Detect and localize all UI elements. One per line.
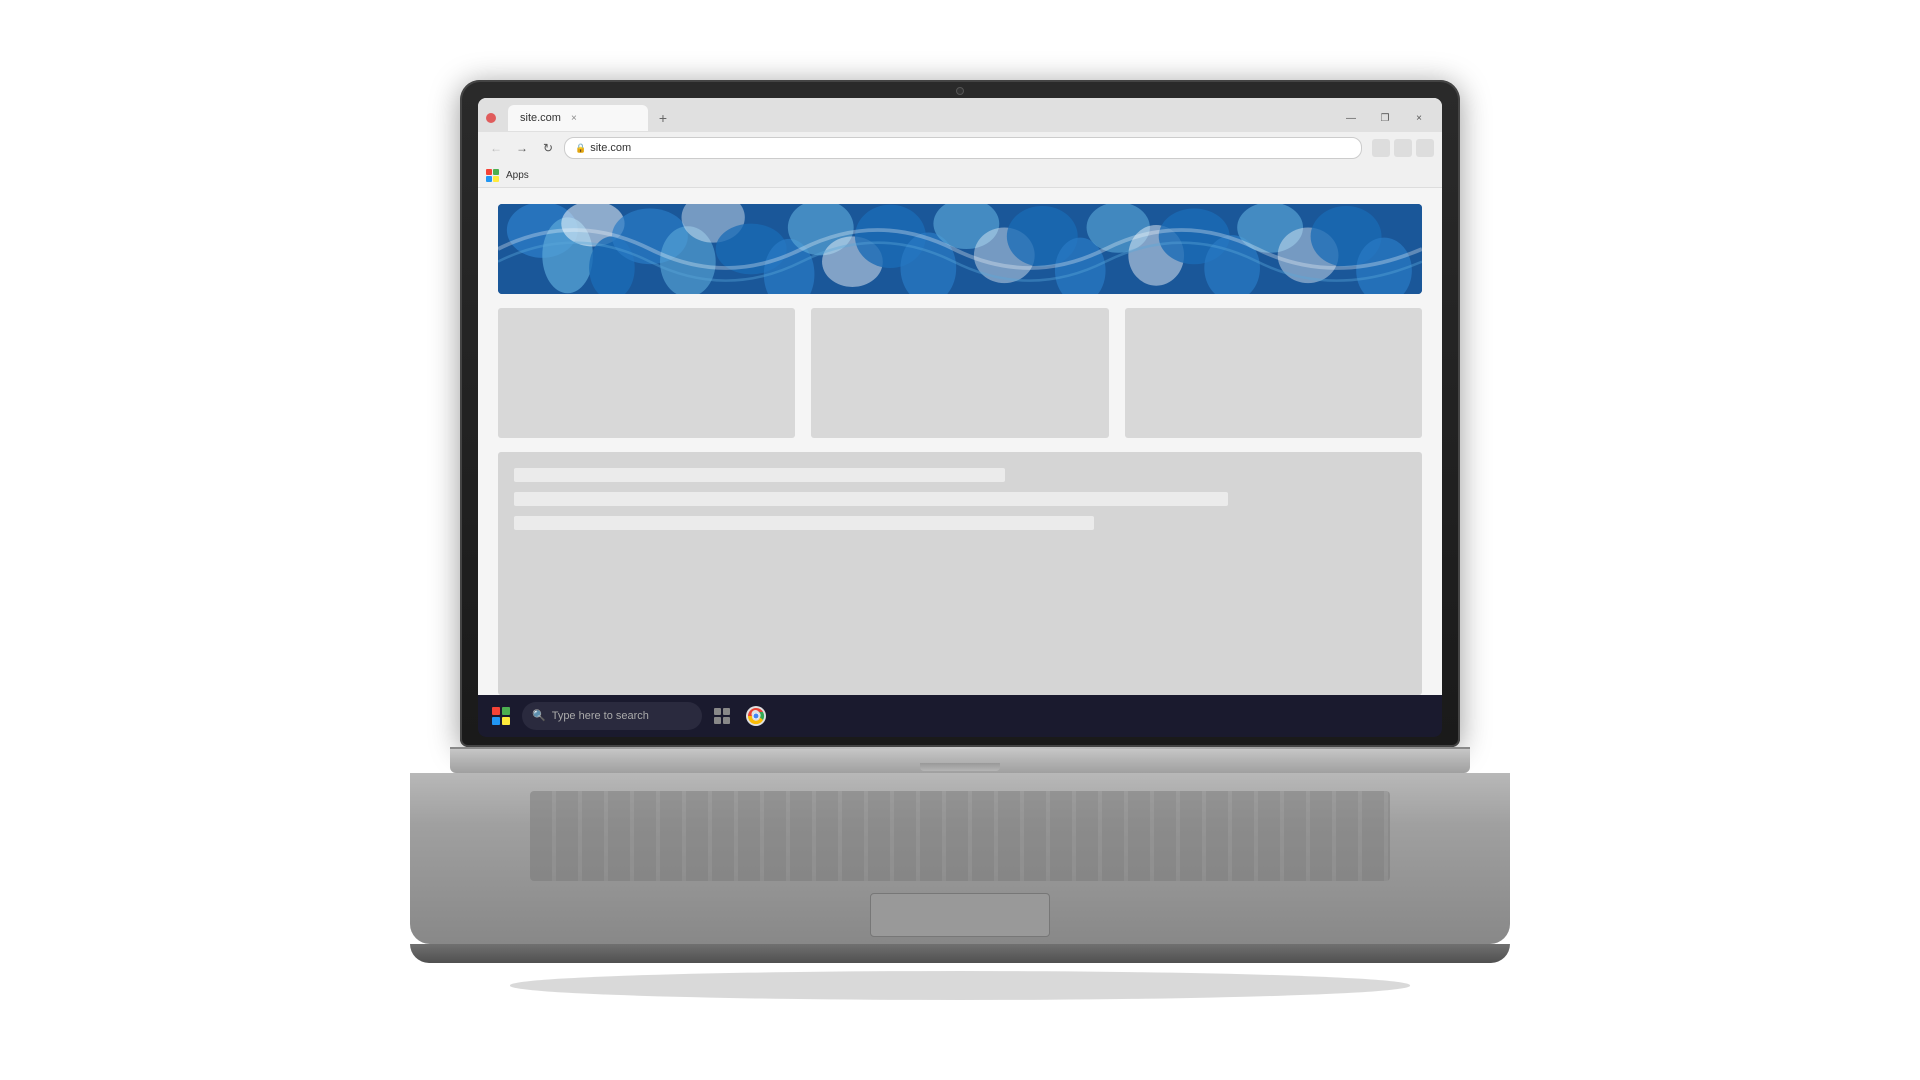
laptop-lid: site.com × + — ❐ × ← → ↻ 🔒 (460, 80, 1460, 747)
form-line-3 (514, 516, 1094, 530)
win-logo-blue (492, 717, 500, 725)
close-button[interactable]: × (1404, 109, 1434, 127)
camera (956, 87, 964, 95)
chrome-icon (745, 705, 767, 727)
refresh-button[interactable]: ↻ (538, 138, 558, 158)
restore-button[interactable]: ❐ (1370, 109, 1400, 127)
webpage-content (478, 188, 1442, 695)
keyboard-keys (530, 791, 1390, 881)
taskbar-search-icon: 🔍 (532, 709, 546, 722)
chrome-taskbar-icon[interactable] (742, 702, 770, 730)
drop-shadow (510, 971, 1410, 1000)
apps-dot-red (486, 169, 492, 175)
apps-dot-blue (486, 176, 492, 182)
lock-icon: 🔒 (575, 143, 586, 154)
traffic-dot-red (486, 113, 496, 123)
address-bar-row: ← → ↻ 🔒 site.com (478, 132, 1442, 164)
address-input[interactable]: 🔒 site.com (564, 137, 1362, 159)
hero-pattern-svg (498, 204, 1422, 294)
new-tab-button[interactable]: + (652, 107, 674, 129)
task-view-icon (713, 707, 731, 725)
win-logo-yellow (502, 717, 510, 725)
win-logo-green (502, 707, 510, 715)
bookmarks-bar: Apps (478, 164, 1442, 188)
taskbar-search-placeholder: Type here to search (552, 710, 649, 722)
apps-grid-icon (486, 169, 500, 183)
back-button[interactable]: ← (486, 138, 506, 158)
tab-title: site.com (520, 112, 561, 124)
bookmark-icon-1 (1372, 139, 1390, 157)
address-text: site.com (590, 142, 631, 154)
cards-row (498, 308, 1422, 438)
hinge-notch (920, 763, 1000, 771)
traffic-lights (486, 113, 496, 123)
laptop-container: site.com × + — ❐ × ← → ↻ 🔒 (410, 80, 1510, 1000)
card-1 (498, 308, 795, 438)
apps-dot-green (493, 169, 499, 175)
windows-logo (492, 707, 510, 725)
bookmark-area (1372, 139, 1434, 157)
keyboard-area (410, 773, 1510, 944)
card-2 (811, 308, 1108, 438)
trackpad[interactable] (870, 893, 1050, 937)
card-3 (1125, 308, 1422, 438)
window-controls: — ❐ × (1336, 109, 1434, 127)
task-view-button[interactable] (708, 702, 736, 730)
bookmark-icon-2 (1394, 139, 1412, 157)
taskbar-search[interactable]: 🔍 Type here to search (522, 702, 702, 730)
bookmark-icon-3 (1416, 139, 1434, 157)
tab-close-button[interactable]: × (571, 113, 577, 124)
forward-button[interactable]: → (512, 138, 532, 158)
minimize-button[interactable]: — (1336, 109, 1366, 127)
hero-banner (498, 204, 1422, 294)
start-button[interactable] (486, 701, 516, 731)
laptop-base (450, 747, 1470, 774)
browser-chrome: site.com × + — ❐ × ← → ↻ 🔒 (478, 98, 1442, 188)
taskbar: 🔍 Type here to search (478, 695, 1442, 737)
screen-bezel: site.com × + — ❐ × ← → ↻ 🔒 (478, 98, 1442, 737)
laptop-bottom-edge (410, 944, 1510, 963)
win-logo-red (492, 707, 500, 715)
form-line-2 (514, 492, 1228, 506)
active-tab[interactable]: site.com × (508, 105, 648, 131)
apps-dot-yellow (493, 176, 499, 182)
form-area (498, 452, 1422, 695)
apps-label: Apps (506, 170, 529, 181)
form-line-1 (514, 468, 1005, 482)
tab-bar: site.com × + — ❐ × (478, 98, 1442, 132)
